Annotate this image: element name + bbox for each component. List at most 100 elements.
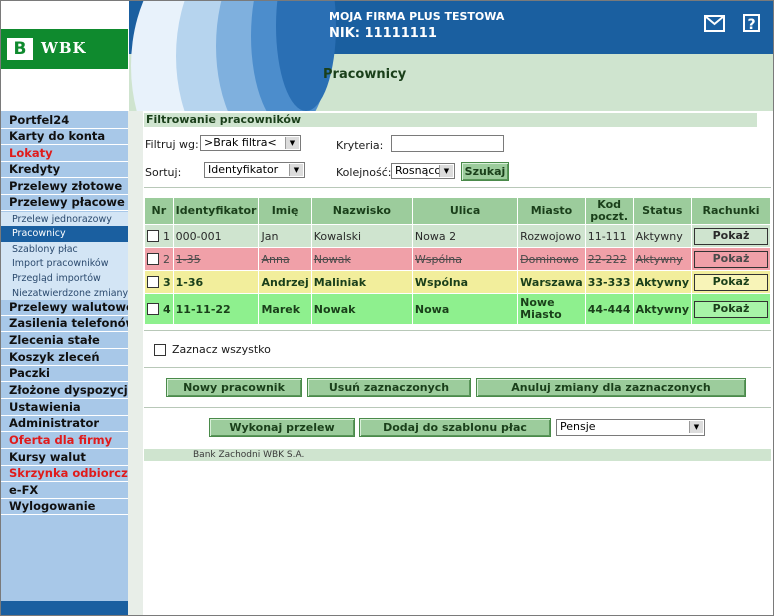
question-icon[interactable]: ? <box>743 14 760 33</box>
cell-status: Aktywny <box>633 225 691 247</box>
cell-city: Warszawa <box>518 271 585 293</box>
table-row: 2 1-35 Anna Nowak Wspólna Dominowo 22-22… <box>145 248 770 270</box>
order-select[interactable]: Rosnąco ▼ <box>391 163 455 179</box>
col-header-nr[interactable]: Nr <box>145 198 173 224</box>
sidebar-item-portfel24[interactable]: Portfel24 <box>1 113 128 129</box>
cell-id: 000-001 <box>173 225 259 247</box>
sidebar-item-efx[interactable]: e-FX <box>1 483 128 499</box>
sidebar-item-przelewy-walutowe[interactable]: Przelewy walutowe <box>1 300 128 316</box>
cell-zip: 22-222 <box>585 248 633 270</box>
sort-label: Sortuj: <box>145 166 182 179</box>
cell-last-name: Kowalski <box>311 225 412 247</box>
delete-selected-button[interactable]: Usuń zaznaczonych <box>307 378 471 397</box>
cell-last-name: Maliniak <box>311 271 412 293</box>
logo-text: WBK <box>41 39 87 57</box>
select-all-checkbox[interactable] <box>154 344 166 356</box>
make-transfer-button[interactable]: Wykonaj przelew <box>209 418 355 437</box>
cell-status: Aktywny <box>633 294 691 324</box>
sidebar-subitem-pracownicy[interactable]: Pracownicy <box>1 226 128 242</box>
cell-zip: 44-444 <box>585 294 633 324</box>
sidebar-item-karty[interactable]: Karty do konta <box>1 129 128 145</box>
table-row: 4 11-11-22 Marek Nowak Nowa Nowe Miasto … <box>145 294 770 324</box>
order-label: Kolejność: <box>336 166 392 179</box>
cell-id: 1-35 <box>173 248 259 270</box>
criteria-label: Kryteria: <box>336 139 384 152</box>
row-checkbox[interactable] <box>147 276 159 289</box>
show-accounts-button[interactable]: Pokaż <box>693 300 768 318</box>
sidebar-footer <box>1 601 128 615</box>
col-header-zip[interactable]: Kod poczt. <box>585 198 633 224</box>
sidebar-item-ustawienia[interactable]: Ustawienia <box>1 400 128 416</box>
cell-city: Rozwojowo <box>518 225 585 247</box>
chevron-down-icon[interactable]: ▼ <box>285 137 299 149</box>
cell-city: Dominowo <box>518 248 585 270</box>
sidebar-item-przelewy-placowe[interactable]: Przelewy płacowe <box>1 195 128 211</box>
sidebar-subitem-przeglad-importow[interactable]: Przegląd importów <box>1 271 128 287</box>
select-all-label[interactable]: Zaznacz wszystko <box>172 343 271 356</box>
new-employee-button[interactable]: Nowy pracownik <box>166 378 302 397</box>
cell-first-name: Anna <box>259 248 311 270</box>
search-button[interactable]: Szukaj <box>461 162 509 181</box>
divider <box>144 330 771 331</box>
cell-last-name: Nowak <box>311 248 412 270</box>
sidebar-item-koszyk[interactable]: Koszyk zleceń <box>1 350 128 366</box>
template-select[interactable]: Pensje ▼ <box>556 419 705 436</box>
sidebar-item-zlecenia[interactable]: Zlecenia stałe <box>1 333 128 349</box>
sort-select[interactable]: Identyfikator ▼ <box>204 162 305 178</box>
sidebar-item-administrator[interactable]: Administrator <box>1 416 128 432</box>
filter-by-select[interactable]: >Brak filtra< ▼ <box>200 135 301 151</box>
row-checkbox[interactable] <box>147 303 159 316</box>
sidebar-item-skrzynka[interactable]: Skrzynka odbiorcza <box>1 466 128 482</box>
sidebar-item-wylogowanie[interactable]: Wylogowanie <box>1 499 128 515</box>
chevron-down-icon[interactable]: ▼ <box>289 164 303 176</box>
sidebar-item-paczki[interactable]: Paczki <box>1 366 128 382</box>
bank-logo: B WBK <box>1 29 128 69</box>
col-header-street[interactable]: Ulica <box>412 198 518 224</box>
sort-value: Identyfikator <box>208 163 279 176</box>
table-header-row: Nr Identyfikator Imię Nazwisko Ulica Mia… <box>145 198 770 224</box>
row-nr: 1 <box>163 229 170 243</box>
table-row: 1 000-001 Jan Kowalski Nowa 2 Rozwojowo … <box>145 225 770 247</box>
sidebar-item-kredyty[interactable]: Kredyty <box>1 162 128 178</box>
cell-first-name: Jan <box>259 225 311 247</box>
add-to-template-button[interactable]: Dodaj do szablonu płac <box>359 418 551 437</box>
cancel-changes-button[interactable]: Anuluj zmiany dla zaznaczonych <box>476 378 746 397</box>
logo-mark: B <box>7 38 33 60</box>
divider <box>144 187 771 188</box>
show-accounts-button[interactable]: Pokaż <box>693 227 768 245</box>
chevron-down-icon[interactable]: ▼ <box>439 165 453 177</box>
employees-table: Nr Identyfikator Imię Nazwisko Ulica Mia… <box>144 197 771 325</box>
show-accounts-button[interactable]: Pokaż <box>693 273 768 291</box>
row-nr: 3 <box>163 275 171 289</box>
col-header-id[interactable]: Identyfikator <box>173 198 259 224</box>
cell-status: Aktywny <box>633 271 691 293</box>
sidebar-item-oferta[interactable]: Oferta dla firmy <box>1 433 128 449</box>
envelope-icon[interactable] <box>704 15 725 32</box>
divider <box>144 367 771 368</box>
col-header-status[interactable]: Status <box>633 198 691 224</box>
criteria-input[interactable] <box>391 135 504 152</box>
cell-city: Nowe Miasto <box>518 294 585 324</box>
filter-by-label: Filtruj wg: <box>145 138 199 151</box>
sidebar-item-lokaty[interactable]: Lokaty <box>1 146 128 162</box>
row-checkbox[interactable] <box>147 253 159 266</box>
sidebar-subitem-import[interactable]: Import pracowników <box>1 256 128 272</box>
filter-by-value: >Brak filtra< <box>204 136 277 149</box>
chevron-down-icon[interactable]: ▼ <box>689 421 703 433</box>
main-content: Filtrowanie pracowników Filtruj wg: >Bra… <box>128 111 773 615</box>
sidebar-item-zasilenia[interactable]: Zasilenia telefonów <box>1 316 128 332</box>
row-checkbox[interactable] <box>147 230 159 243</box>
order-value: Rosnąco <box>395 164 442 177</box>
sidebar-item-przelewy-zlotowe[interactable]: Przelewy złotowe <box>1 179 128 195</box>
cell-zip: 11-111 <box>585 225 633 247</box>
cell-id: 11-11-22 <box>173 294 259 324</box>
col-header-first-name[interactable]: Imię <box>259 198 311 224</box>
sidebar-item-kursy[interactable]: Kursy walut <box>1 450 128 466</box>
divider <box>144 407 771 408</box>
col-header-last-name[interactable]: Nazwisko <box>311 198 412 224</box>
sidebar-item-zlozone[interactable]: Złożone dyspozycje <box>1 383 128 399</box>
show-accounts-button[interactable]: Pokaż <box>693 250 768 268</box>
col-header-accounts: Rachunki <box>691 198 770 224</box>
cell-id: 1-36 <box>173 271 259 293</box>
col-header-city[interactable]: Miasto <box>518 198 585 224</box>
